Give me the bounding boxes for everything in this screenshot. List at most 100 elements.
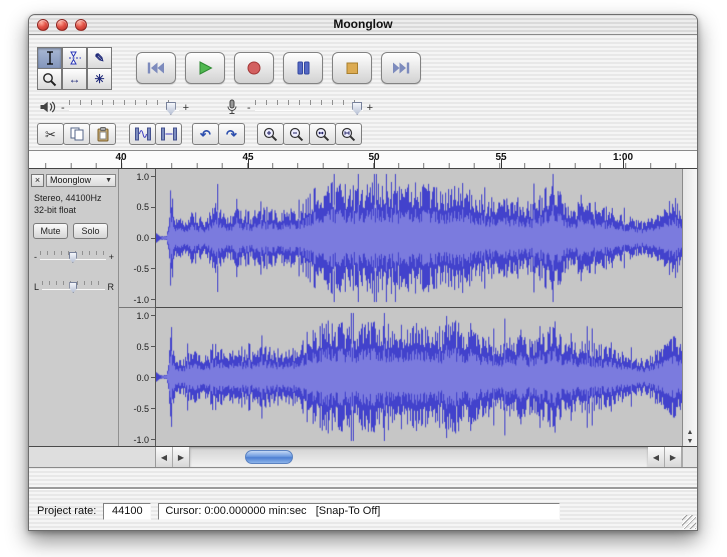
minor-ticks — [29, 163, 697, 168]
vruler-tick — [151, 268, 155, 269]
zoom-button[interactable] — [75, 19, 87, 31]
titlebar[interactable]: Moonglow — [29, 15, 697, 35]
output-volume-thumb[interactable] — [166, 102, 176, 115]
waveform-channel-left[interactable] — [156, 169, 682, 307]
copy-button[interactable] — [63, 123, 90, 145]
input-plus-label: + — [367, 103, 373, 113]
pan-left-label: L — [34, 282, 39, 292]
tool-draw-button[interactable]: ✎ — [87, 47, 112, 69]
undo-icon: ↶ — [200, 128, 211, 141]
zoom-in-button[interactable] — [257, 123, 284, 145]
fit-selection-button[interactable] — [309, 123, 336, 145]
hscroll-right-button-2[interactable]: ▶ — [665, 447, 682, 467]
timeline-ruler[interactable]: 40 45 50 55 1:00 — [29, 150, 697, 169]
resize-grip[interactable] — [682, 515, 696, 529]
hscroll-right-button[interactable]: ▶ — [173, 447, 190, 467]
track-format-info: Stereo, 44100Hz — [34, 193, 102, 203]
vruler-tick — [151, 377, 155, 378]
tool-multi-button[interactable]: ✳ — [87, 68, 112, 90]
fit-project-button[interactable] — [335, 123, 362, 145]
tool-envelope-button[interactable] — [62, 47, 87, 69]
mute-button[interactable]: Mute — [33, 223, 68, 239]
trim-button[interactable] — [129, 123, 156, 145]
scroll-down-button[interactable]: ▼ — [687, 437, 694, 446]
timeline-label-50: 50 — [368, 152, 379, 163]
gain-thumb[interactable] — [69, 252, 77, 263]
tool-timeshift-button[interactable]: ↔ — [62, 68, 87, 90]
ibeam-icon — [42, 51, 58, 65]
project-rate-label: Project rate: — [37, 503, 96, 520]
magnifier-icon — [42, 72, 57, 87]
vruler-label: 0.5 — [136, 342, 149, 352]
pause-button[interactable] — [283, 52, 323, 84]
timeline-label-45: 45 — [242, 152, 253, 163]
vruler-label: 1.0 — [136, 172, 149, 182]
waveform-channel-right[interactable] — [156, 308, 682, 446]
forward-button[interactable] — [381, 52, 421, 84]
zoom-out-button[interactable] — [283, 123, 310, 145]
vruler-label: -0.5 — [133, 404, 149, 414]
pan-slider[interactable]: L R — [34, 279, 114, 295]
output-volume-line — [69, 110, 179, 111]
track-close-button[interactable]: × — [31, 174, 44, 187]
silence-button[interactable] — [155, 123, 182, 145]
rewind-button[interactable] — [136, 52, 176, 84]
close-button[interactable] — [37, 19, 49, 31]
input-volume-line — [255, 110, 363, 111]
gain-slider[interactable]: - + — [34, 249, 114, 265]
timeline-label-100: 1:00 — [613, 152, 633, 163]
output-volume-track[interactable] — [69, 98, 179, 118]
right-channel — [156, 308, 682, 446]
tool-zoom-button[interactable] — [37, 68, 62, 90]
cursor-status: Cursor: 0:00.000000 min:sec [Snap-To Off… — [158, 503, 560, 520]
toolbar-area: ✎ ↔ ✳ — [29, 35, 697, 150]
vruler-tick — [151, 408, 155, 409]
undo-group: ↶ ↷ — [192, 123, 244, 145]
pencil-icon: ✎ — [94, 51, 104, 65]
forward-icon — [391, 60, 411, 76]
minimize-button[interactable] — [56, 19, 68, 31]
vruler-tick — [151, 176, 155, 177]
paste-button[interactable] — [89, 123, 116, 145]
clipboard-group: ✂ — [37, 123, 115, 145]
gain-plus-label: + — [109, 252, 114, 262]
gain-track[interactable] — [40, 250, 106, 264]
hscroll-thumb[interactable] — [245, 450, 293, 464]
input-volume-slider[interactable]: - + — [247, 97, 373, 119]
track-name: Moonglow — [47, 175, 105, 185]
paste-icon — [95, 127, 111, 142]
redo-button[interactable]: ↷ — [218, 123, 245, 145]
record-button[interactable] — [234, 52, 274, 84]
gain-minus-label: - — [34, 252, 37, 262]
tool-selection-button[interactable] — [37, 47, 62, 69]
track-control-panel: × Moonglow ▼ Stereo, 44100Hz 32-bit floa… — [29, 169, 119, 446]
left-channel — [156, 169, 682, 308]
zoom-group — [257, 123, 361, 145]
undo-button[interactable]: ↶ — [192, 123, 219, 145]
hscroll-left-button-2[interactable]: ◀ — [648, 447, 665, 467]
waveform-display — [156, 169, 682, 446]
vertical-ruler[interactable]: 1.0 0.5 0.0 -0.5 -1.0 1.0 0.5 0.0 -0.5 -… — [119, 169, 156, 446]
play-button[interactable] — [185, 52, 225, 84]
hscroll-track[interactable] — [190, 447, 648, 467]
input-volume-thumb[interactable] — [352, 102, 362, 115]
microphone-icon — [225, 99, 239, 116]
solo-button[interactable]: Solo — [73, 223, 108, 239]
scrollbar-corner — [682, 447, 697, 467]
vruler-tick — [151, 315, 155, 316]
status-bar: Project rate: 44100 Cursor: 0:00.000000 … — [29, 488, 697, 530]
copy-icon — [69, 127, 85, 141]
cut-button[interactable]: ✂ — [37, 123, 64, 145]
vruler-label: 0.0 — [136, 373, 149, 383]
scroll-up-button[interactable]: ▲ — [687, 428, 694, 437]
vertical-scrollbar[interactable]: ▲ ▼ — [682, 169, 697, 446]
envelope-icon — [67, 51, 83, 65]
stop-button[interactable] — [332, 52, 372, 84]
pan-track[interactable] — [42, 280, 104, 294]
pause-icon — [294, 60, 312, 76]
hscroll-left-button[interactable]: ◀ — [156, 447, 173, 467]
pan-thumb[interactable] — [69, 282, 77, 293]
input-volume-track[interactable] — [255, 98, 363, 118]
output-volume-slider[interactable]: - + — [61, 97, 189, 119]
track-title-menu[interactable]: Moonglow ▼ — [46, 174, 116, 187]
